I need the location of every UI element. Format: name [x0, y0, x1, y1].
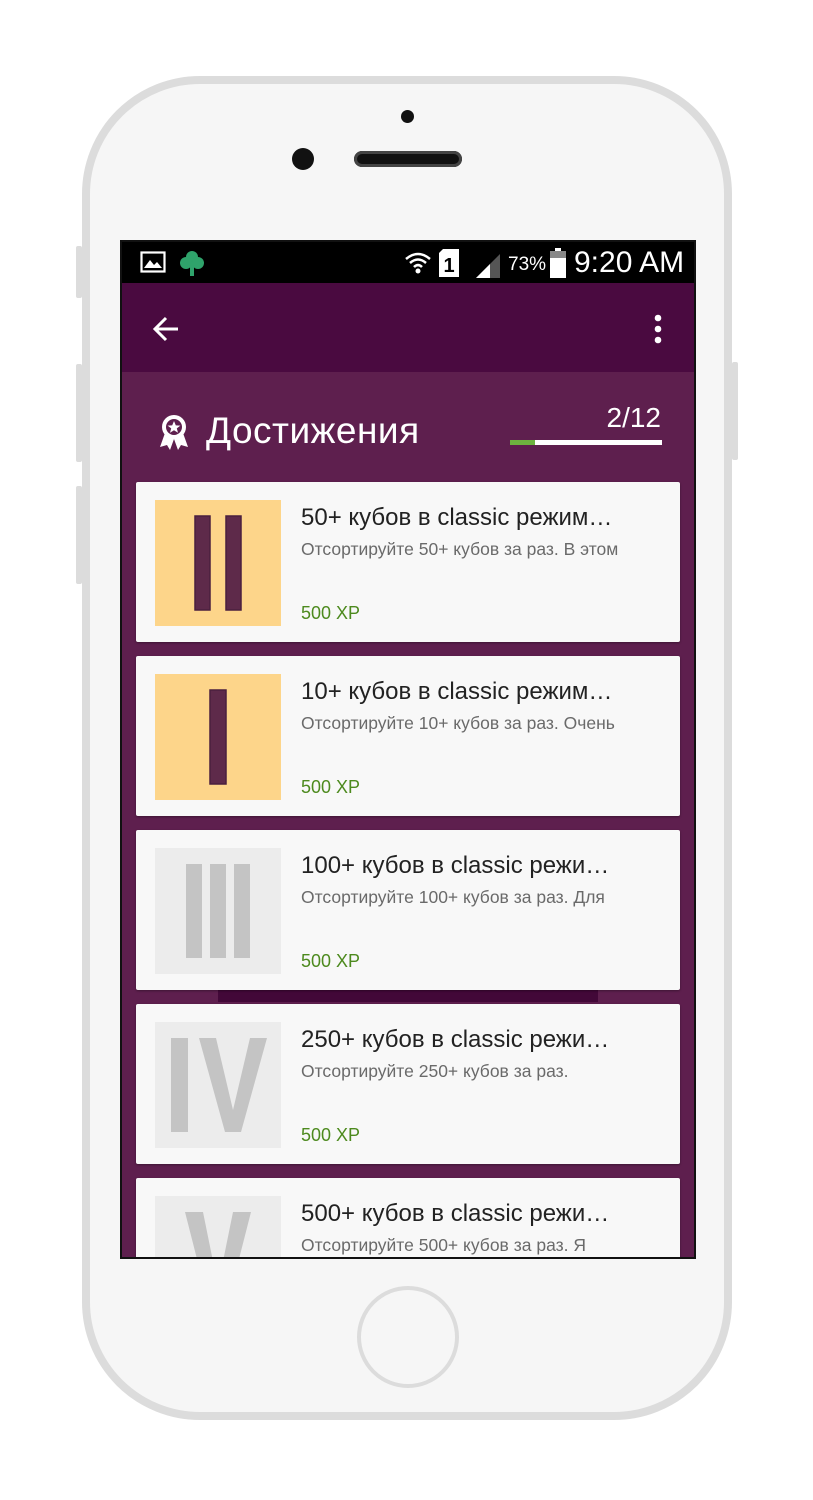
achievement-description: Отсортируйте 50+ кубов за раз. В этом — [301, 539, 619, 559]
phone-camera — [292, 148, 314, 170]
overflow-menu-button[interactable] — [638, 305, 678, 353]
achievement-xp: 500 XP — [301, 603, 361, 623]
achievement-card[interactable]: 500+ кубов в classic режи… Отсортируйте 5… — [136, 1178, 680, 1257]
svg-text:1: 1 — [443, 255, 454, 277]
achievement-badge — [155, 848, 281, 974]
battery-icon — [550, 248, 566, 283]
phone-speaker — [354, 151, 462, 167]
numeral-ii-icon — [194, 515, 242, 611]
status-bar: 1 73% 9:20 AM — [122, 242, 694, 283]
phone-sensor — [401, 110, 414, 123]
achievement-card[interactable]: 100+ кубов в classic режи… Отсортируйте 1… — [136, 830, 680, 990]
achievement-title: 500+ кубов в classic режи… — [301, 1200, 610, 1227]
achievement-title: 250+ кубов в classic режи… — [301, 1026, 610, 1053]
achievement-description: Отсортируйте 100+ кубов за раз. Для — [301, 887, 605, 907]
back-button[interactable] — [142, 305, 190, 353]
achievement-xp: 500 XP — [301, 1125, 361, 1145]
battery-percent: 73% — [508, 254, 547, 275]
achievement-badge — [155, 1196, 281, 1257]
achievement-description: Отсортируйте 500+ кубов за раз. Я — [301, 1235, 586, 1255]
numeral-iv-icon — [171, 1038, 267, 1132]
achievement-title: 10+ кубов в classic режим… — [301, 678, 613, 705]
status-time: 9:20 AM — [574, 246, 685, 279]
achievement-card[interactable]: 50+ кубов в classic режим… Отсортируйте 5… — [136, 482, 680, 642]
more-vert-icon — [654, 314, 662, 344]
image-icon — [140, 251, 166, 278]
achievement-card[interactable]: 10+ кубов в classic режим… Отсортируйте 1… — [136, 656, 680, 816]
phone-power-button — [732, 362, 738, 460]
numeral-i-icon — [209, 689, 227, 785]
phone-home-button[interactable] — [357, 1286, 459, 1388]
arrow-back-icon — [152, 316, 178, 342]
achievement-title: 50+ кубов в classic режим… — [301, 504, 613, 531]
sim-1-icon: 1 — [438, 249, 460, 282]
award-icon — [158, 414, 190, 455]
achievement-badge — [155, 674, 281, 800]
background-stripe — [218, 990, 598, 1002]
app-bar — [122, 283, 694, 372]
wifi-icon — [404, 249, 432, 282]
achievement-description: Отсортируйте 250+ кубов за раз. — [301, 1061, 569, 1081]
phone-screen: 1 73% 9:20 AM Достижения 2/12 50+ кубов … — [120, 240, 696, 1259]
achievement-progress-fill — [510, 440, 536, 445]
achievement-xp: 500 XP — [301, 777, 361, 797]
achievement-progress-bar — [510, 440, 662, 445]
achievement-badge — [155, 1022, 281, 1148]
achievement-card[interactable]: 250+ кубов в classic режи… Отсортируйте 2… — [136, 1004, 680, 1164]
achievements-header: Достижения 2/12 — [122, 372, 694, 478]
page-title: Достижения — [206, 410, 420, 451]
clover-icon — [178, 249, 206, 282]
achievement-title: 100+ кубов в classic режи… — [301, 852, 610, 879]
numeral-iii-icon — [186, 864, 250, 958]
achievement-count: 2/12 — [606, 402, 662, 433]
numeral-v-icon — [185, 1212, 251, 1257]
achievement-badge — [155, 500, 281, 626]
achievements-content[interactable]: Достижения 2/12 50+ кубов в classic режи… — [122, 372, 694, 1257]
signal-icon — [474, 252, 502, 283]
achievement-description: Отсортируйте 10+ кубов за раз. Очень — [301, 713, 615, 733]
achievement-xp: 500 XP — [301, 951, 361, 971]
